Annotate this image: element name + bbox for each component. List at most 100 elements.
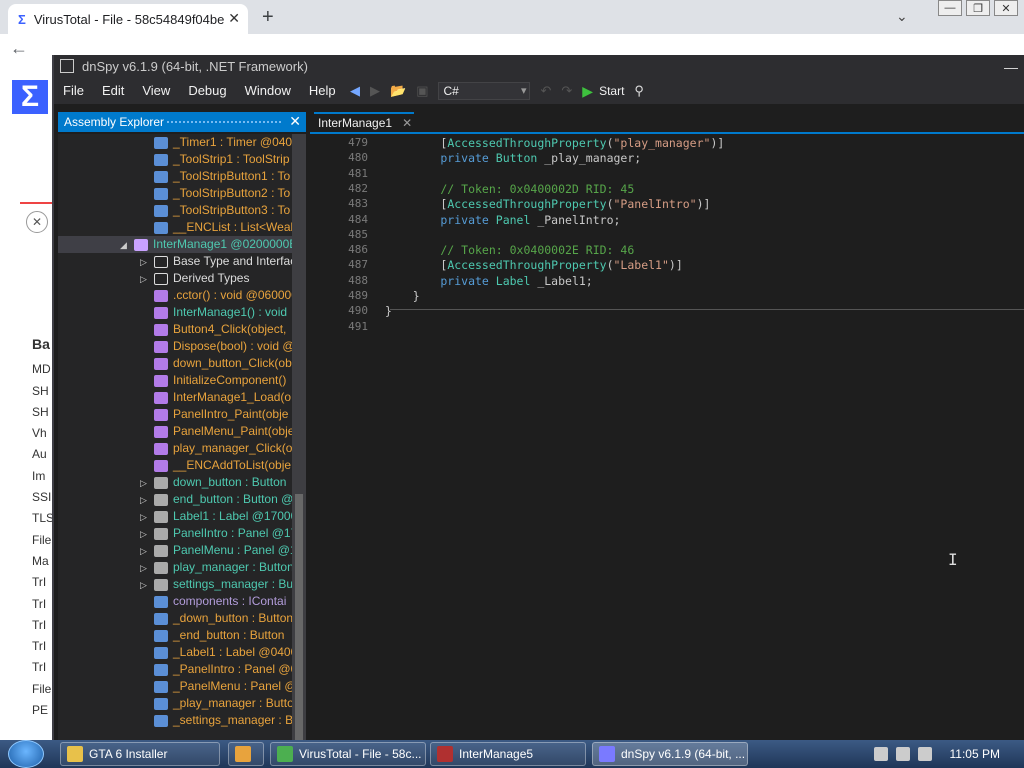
redo-icon[interactable]: ↷ — [561, 83, 572, 99]
tree-item[interactable]: InterManage1() : void — [58, 304, 292, 321]
folder-icon — [154, 272, 168, 285]
tree-item[interactable]: _ToolStripButton1 : To — [58, 168, 292, 185]
tree-item[interactable]: _down_button : Button — [58, 610, 292, 627]
close-button[interactable]: ✕ — [994, 0, 1018, 16]
menu-edit[interactable]: Edit — [93, 78, 133, 104]
app-icon — [277, 746, 293, 762]
panel-grip[interactable] — [166, 120, 282, 124]
tab-intermanage1[interactable]: InterManage1 ✕ — [314, 112, 414, 132]
menu-window[interactable]: Window — [236, 78, 300, 104]
minimize-icon[interactable]: — — [1004, 59, 1018, 75]
save-icon[interactable]: ▣ — [416, 83, 428, 99]
tree-item[interactable]: _play_manager : Butto — [58, 695, 292, 712]
restore-button[interactable]: ❐ — [966, 0, 990, 16]
language-select[interactable]: C# — [438, 82, 531, 100]
menu-view[interactable]: View — [133, 78, 179, 104]
navigate-back-icon[interactable]: ◀ — [350, 83, 360, 99]
tree-item-label: down_button_Click(ob — [173, 356, 292, 370]
tree-item[interactable]: ▷ Base Type and Interfac — [58, 253, 292, 270]
tree-item[interactable]: _Timer1 : Timer @0400 — [58, 134, 292, 151]
tree-item[interactable]: ▷ PanelIntro : Panel @17 — [58, 525, 292, 542]
tree-item[interactable]: _Label1 : Label @04000 — [58, 644, 292, 661]
expand-arrow-icon[interactable]: ▷ — [140, 254, 150, 271]
clock[interactable]: 11:05 PM — [950, 747, 1000, 761]
tree-item[interactable]: _ToolStripButton3 : To — [58, 202, 292, 219]
expand-arrow-icon[interactable]: ▷ — [140, 492, 150, 509]
code-line: private Label _Label1; — [385, 274, 592, 288]
vt-detail-label: File — [32, 681, 52, 696]
taskbar-button[interactable] — [228, 742, 264, 766]
method-icon — [154, 459, 168, 472]
close-icon[interactable]: ✕ — [289, 113, 301, 130]
tab-search-chevron-icon[interactable]: ⌄ — [896, 8, 908, 25]
code-editor[interactable]: I 479 [AccessedThroughProperty("play_man… — [310, 134, 1024, 740]
tree-item[interactable]: _PanelIntro : Panel @0 — [58, 661, 292, 678]
undo-icon[interactable]: ↶ — [540, 83, 551, 99]
menu-debug[interactable]: Debug — [179, 78, 235, 104]
tree-item[interactable]: InitializeComponent() — [58, 372, 292, 389]
expand-arrow-icon[interactable]: ◢ — [120, 237, 130, 254]
expand-arrow-icon[interactable]: ▷ — [140, 509, 150, 526]
tree-item[interactable]: ▷ PanelMenu : Panel @1 — [58, 542, 292, 559]
menu-file[interactable]: File — [54, 78, 93, 104]
taskbar-button[interactable]: VirusTotal - File - 58c... — [270, 742, 426, 766]
expand-arrow-icon[interactable]: ▷ — [140, 475, 150, 492]
tree-item[interactable]: components : IContai — [58, 593, 292, 610]
tree-item[interactable]: ▷ play_manager : Button — [58, 559, 292, 576]
tree-item[interactable]: _ToolStripButton2 : To — [58, 185, 292, 202]
tree-item-label: _ToolStripButton3 : To — [173, 203, 291, 217]
expand-arrow-icon[interactable]: ▷ — [140, 543, 150, 560]
detection-bar — [20, 202, 52, 204]
tree-item[interactable]: ▷ down_button : Button — [58, 474, 292, 491]
vt-detail-label: Au — [32, 447, 47, 462]
network-icon[interactable] — [895, 747, 910, 761]
tree-item[interactable]: Button4_Click(object, — [58, 321, 292, 338]
expand-arrow-icon[interactable]: ▷ — [140, 271, 150, 288]
taskbar-button[interactable]: GTA 6 Installer — [60, 742, 220, 766]
start-button[interactable] — [8, 740, 44, 768]
taskbar-button[interactable]: InterManage5 — [430, 742, 586, 766]
tree-item[interactable]: ▷ end_button : Button @ — [58, 491, 292, 508]
expand-arrow-icon[interactable]: ▷ — [140, 526, 150, 543]
start-debug-button[interactable]: ▶ Start — [582, 83, 624, 100]
browser-tab[interactable]: Σ VirusTotal - File - 58c54849f04be ✕ — [8, 4, 248, 34]
window-restore-icon[interactable] — [60, 59, 74, 73]
tree-item[interactable]: InterManage1_Load(o — [58, 389, 292, 406]
volume-icon[interactable] — [917, 747, 932, 761]
tree-item[interactable]: _settings_manager : Bu — [58, 712, 292, 729]
tree-item[interactable]: ▷ Label1 : Label @17000 — [58, 508, 292, 525]
tree-scrollbar[interactable] — [292, 134, 306, 744]
menu-help[interactable]: Help — [300, 78, 345, 104]
close-icon[interactable]: ✕ — [26, 211, 48, 233]
navigate-forward-icon[interactable]: ▶ — [370, 83, 380, 99]
back-arrow-icon[interactable]: ← — [10, 38, 28, 59]
tree-item[interactable]: ▷ Derived Types — [58, 270, 292, 287]
tree-item[interactable]: ▷ settings_manager : Bu — [58, 576, 292, 593]
tree-item[interactable]: Dispose(bool) : void @ — [58, 338, 292, 355]
tree-item[interactable]: down_button_Click(ob — [58, 355, 292, 372]
method-icon — [154, 340, 168, 353]
tree-item[interactable]: _PanelMenu : Panel @ — [58, 678, 292, 695]
expand-arrow-icon[interactable]: ▷ — [140, 560, 150, 577]
close-tab-icon[interactable]: ✕ — [402, 116, 412, 130]
scrollbar-thumb[interactable] — [295, 494, 303, 744]
tree-item[interactable]: _end_button : Button — [58, 627, 292, 644]
search-icon[interactable]: ⚲ — [634, 83, 644, 99]
action-center-icon[interactable] — [873, 747, 888, 761]
method-icon — [154, 289, 168, 302]
new-tab-button[interactable]: + — [262, 6, 274, 29]
minimize-button[interactable]: — — [938, 0, 962, 16]
taskbar-button[interactable]: dnSpy v6.1.9 (64-bit, ... — [592, 742, 748, 766]
tree-item[interactable]: __ENCList : List<Weak — [58, 219, 292, 236]
close-tab-icon[interactable]: ✕ — [228, 10, 240, 27]
tree-item[interactable]: play_manager_Click(o — [58, 440, 292, 457]
tree-item[interactable]: .cctor() : void @060000 — [58, 287, 292, 304]
tree-item[interactable]: PanelIntro_Paint(obje — [58, 406, 292, 423]
tree-item[interactable]: PanelMenu_Paint(obje — [58, 423, 292, 440]
code-token: Panel — [495, 212, 531, 227]
tree-item[interactable]: _ToolStrip1 : ToolStrip — [58, 151, 292, 168]
tree-item[interactable]: ◢ InterManage1 @0200000E — [58, 236, 292, 253]
open-folder-icon[interactable]: 📂 — [390, 83, 406, 99]
expand-arrow-icon[interactable]: ▷ — [140, 577, 150, 594]
tree-item[interactable]: __ENCAddToList(obje — [58, 457, 292, 474]
